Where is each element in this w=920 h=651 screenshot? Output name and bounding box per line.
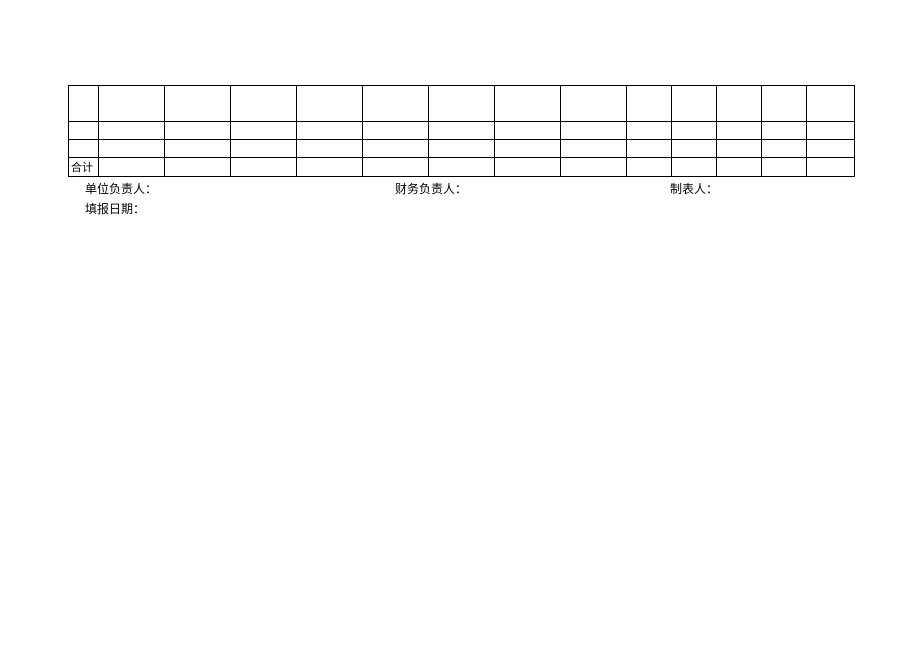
table-cell — [762, 158, 807, 177]
table-cell — [363, 86, 429, 122]
table-cell — [627, 140, 672, 158]
table-cell — [627, 86, 672, 122]
table-cell — [672, 140, 717, 158]
table-cell — [717, 158, 762, 177]
table-cell — [99, 140, 165, 158]
total-label-cell: 合计 — [69, 158, 99, 177]
table-cell — [429, 122, 495, 140]
table-cell — [672, 122, 717, 140]
table-row-total: 合计 — [69, 158, 855, 177]
table-cell — [561, 122, 627, 140]
table-cell — [165, 122, 231, 140]
table-cell — [807, 140, 855, 158]
table-cell — [717, 140, 762, 158]
table-cell — [717, 122, 762, 140]
table-cell — [69, 86, 99, 122]
table-cell — [231, 158, 297, 177]
finance-leader-label: 财务负责人： — [395, 180, 670, 197]
table-cell — [495, 158, 561, 177]
table-cell — [672, 86, 717, 122]
table-cell — [231, 122, 297, 140]
table-cell — [627, 122, 672, 140]
preparer-label: 制表人： — [670, 180, 855, 197]
table-row — [69, 122, 855, 140]
table-cell — [69, 122, 99, 140]
table-cell — [231, 140, 297, 158]
table-cell — [429, 86, 495, 122]
table-cell — [429, 158, 495, 177]
report-date-label: 填报日期： — [85, 200, 145, 217]
table-cell — [561, 86, 627, 122]
table-cell — [363, 122, 429, 140]
table-row — [69, 86, 855, 122]
signature-line: 单位负责人： 财务负责人： 制表人： — [85, 180, 855, 197]
table-cell — [165, 140, 231, 158]
table-cell — [165, 158, 231, 177]
table-cell — [495, 140, 561, 158]
table-cell — [495, 122, 561, 140]
table-cell — [672, 158, 717, 177]
table-cell — [762, 86, 807, 122]
table-cell — [297, 122, 363, 140]
table-cell — [807, 86, 855, 122]
data-table: 合计 — [68, 85, 855, 177]
table-cell — [807, 158, 855, 177]
table-cell — [363, 158, 429, 177]
table-cell — [297, 158, 363, 177]
table-cell — [561, 158, 627, 177]
table-cell — [762, 122, 807, 140]
table-cell — [561, 140, 627, 158]
table-row — [69, 140, 855, 158]
table-cell — [807, 122, 855, 140]
table-cell — [297, 86, 363, 122]
table-cell — [99, 158, 165, 177]
table-cell — [495, 86, 561, 122]
unit-leader-label: 单位负责人： — [85, 180, 395, 197]
table-cell — [165, 86, 231, 122]
table-cell — [627, 158, 672, 177]
table-cell — [717, 86, 762, 122]
table-cell — [231, 86, 297, 122]
data-table-container: 合计 — [68, 85, 854, 177]
table-cell — [762, 140, 807, 158]
table-cell — [99, 122, 165, 140]
table-cell — [363, 140, 429, 158]
table-cell — [69, 140, 99, 158]
table-cell — [429, 140, 495, 158]
table-cell — [297, 140, 363, 158]
table-cell — [99, 86, 165, 122]
